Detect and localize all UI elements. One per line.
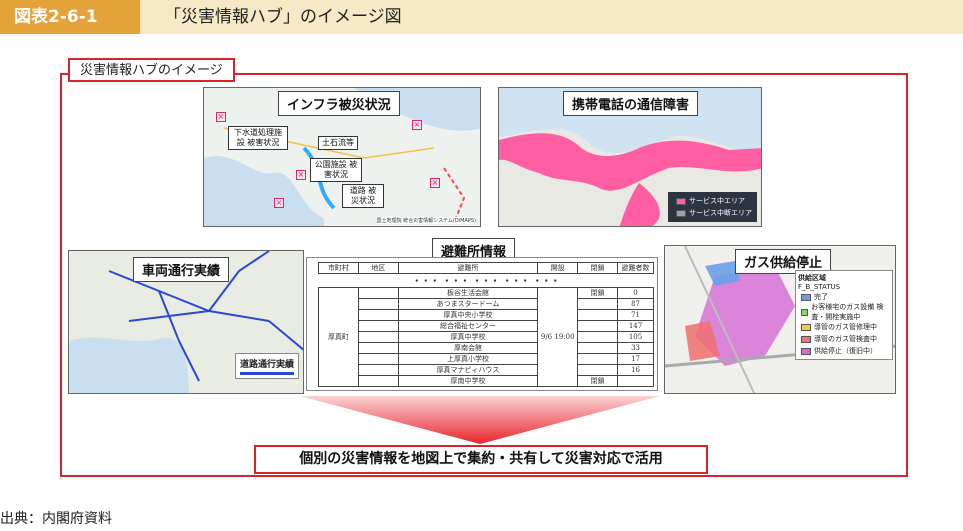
sewage-label: 下水道処理施設 被害状況 bbox=[228, 126, 288, 150]
gas-swatch-stopped bbox=[801, 347, 811, 355]
damage-marker-icon: × bbox=[274, 198, 284, 208]
gas-supply-map: ガス供給停止 供給区域 F_B_STATUS 完了 お客様宅のガス設備 検査・開… bbox=[664, 245, 896, 394]
swatch-interrupted bbox=[676, 209, 686, 217]
public-facility-label: 公園施設 被害状況 bbox=[310, 158, 362, 182]
legend-in-service: サービス中エリア bbox=[673, 195, 752, 207]
table-row: 厚南中学校 閉鎖 bbox=[319, 375, 654, 387]
table-row: 厚南会館 33 bbox=[319, 342, 654, 354]
source-note: 出典：内閣府資料 bbox=[0, 511, 112, 527]
debris-label: 土石流等 bbox=[318, 136, 358, 150]
vehicle-traffic-map: 車両通行実績 道路通行実績 bbox=[68, 250, 304, 394]
table-row: 総合福祉センター 147 bbox=[319, 320, 654, 332]
municipality-cell: 厚真町 bbox=[318, 287, 359, 387]
table-row: 厚真中学校 105 bbox=[319, 331, 654, 343]
table-row: 厚真マナビィハウス 16 bbox=[319, 364, 654, 376]
road-damage-label: 道路 被災状況 bbox=[342, 184, 384, 208]
gas-swatch-inspecting-pipe bbox=[801, 335, 811, 343]
gas-legend-item: 供給停止（復旧中） bbox=[798, 345, 890, 357]
gas-legend-item: お客様宅のガス設備 検査・開栓実施中 bbox=[798, 303, 890, 321]
damage-marker-icon: × bbox=[216, 112, 226, 122]
gas-swatch-inspecting-home bbox=[801, 308, 809, 316]
damage-marker-icon: × bbox=[296, 170, 306, 180]
legend-interrupted: サービス中断エリア bbox=[673, 207, 752, 219]
gas-swatch-done bbox=[801, 293, 811, 301]
damage-marker-icon: × bbox=[412, 120, 422, 130]
table-row: 上厚真小学校 17 bbox=[319, 353, 654, 365]
opened-cell: 9/6 19:00 bbox=[537, 287, 579, 387]
gas-swatch-repairing bbox=[801, 323, 811, 331]
map-credit: 国土地理院 統合災害情報システム(DiMAPS) bbox=[376, 217, 476, 224]
frame-label: 災害情報ハブのイメージ bbox=[68, 58, 235, 82]
aggregate-arrow-icon bbox=[300, 396, 660, 444]
mobile-legend: サービス中エリア サービス中断エリア bbox=[668, 192, 757, 222]
shelter-table: 市町村 地区 避難所 開設 閉鎖 避難者数 ・・・ ・・・ ・・・ ・・・ ・・… bbox=[318, 262, 654, 387]
legend-line-blue bbox=[239, 372, 294, 375]
table-row: 厚真中央小学校 71 bbox=[319, 309, 654, 321]
gas-legend: 供給区域 F_B_STATUS 完了 お客様宅のガス設備 検査・開栓実施中 導管… bbox=[795, 270, 893, 360]
bottom-message: 個別の災害情報を地図上で集約・共有して災害対応で活用 bbox=[254, 445, 708, 474]
vehicle-panel-title: 車両通行実績 bbox=[133, 257, 230, 282]
shelter-header-row: 市町村 地区 避難所 開設 閉鎖 避難者数 bbox=[318, 262, 654, 274]
shelter-ellipsis: ・・・ ・・・ ・・・ ・・・ ・・・ bbox=[412, 277, 560, 287]
mobile-outage-map: 携帯電話の通信障害 サービス中エリア サービス中断エリア bbox=[498, 87, 762, 227]
infra-damage-map: インフラ被災状況 下水道処理施設 被害状況 土石流等 公園施設 被害状況 道路 … bbox=[203, 87, 481, 227]
table-row: あつまスタードーム 87 bbox=[319, 298, 654, 310]
table-row: 厚真町 板谷生活会館 9/6 19:00 閉鎖 0 bbox=[318, 287, 654, 387]
figure-header: 図表2-6-1 「災害情報ハブ」のイメージ図 bbox=[0, 0, 963, 34]
vehicle-legend: 道路通行実績 bbox=[234, 353, 299, 379]
figure-title: 「災害情報ハブ」のイメージ図 bbox=[164, 7, 402, 27]
gas-legend-item: 導管のガス管修理中 bbox=[798, 321, 890, 333]
damage-marker-icon: × bbox=[430, 178, 440, 188]
infra-panel-title: インフラ被災状況 bbox=[278, 91, 400, 116]
gas-legend-item: 導管のガス管検査中 bbox=[798, 333, 890, 345]
swatch-in-service bbox=[676, 197, 686, 205]
figure-number: 図表2-6-1 bbox=[0, 0, 140, 34]
mobile-panel-title: 携帯電話の通信障害 bbox=[563, 91, 699, 116]
